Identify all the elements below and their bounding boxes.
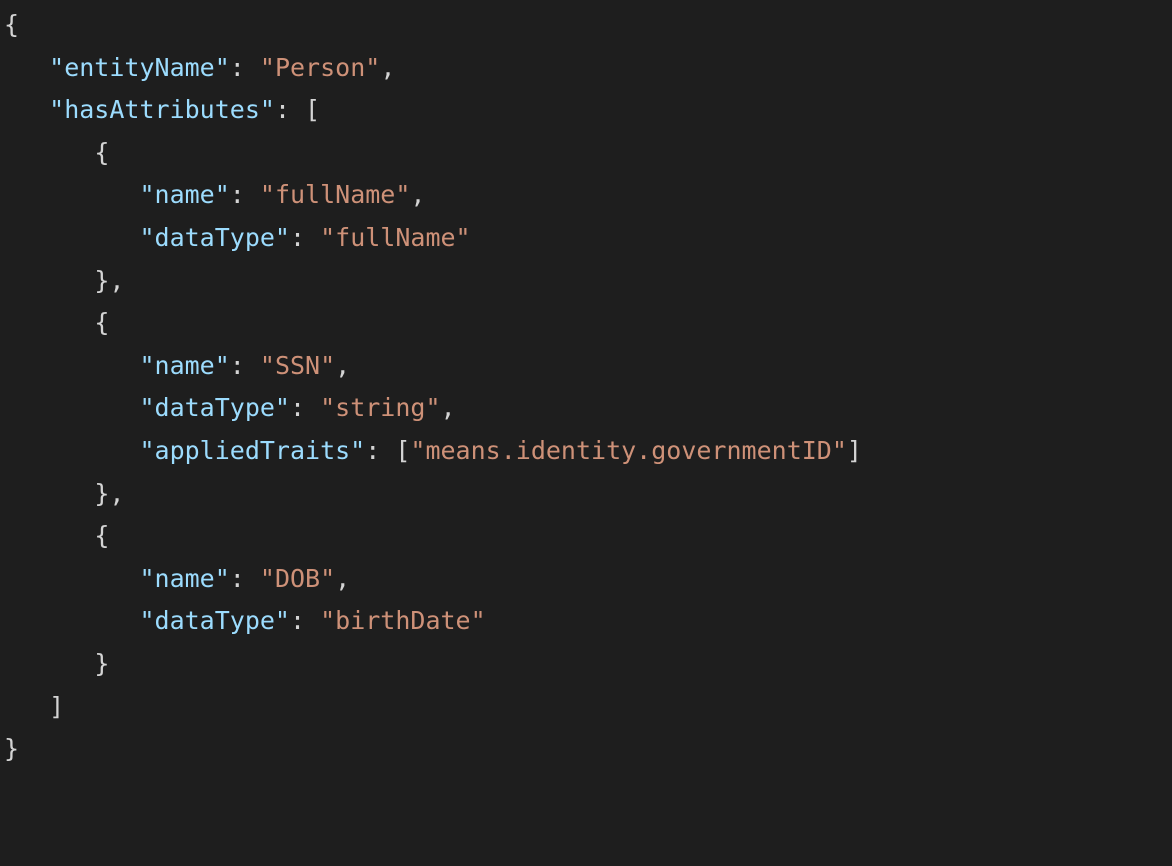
key-dataType: "dataType" bbox=[139, 393, 290, 422]
key-dataType: "dataType" bbox=[139, 606, 290, 635]
json-code-block: { "entityName": "Person", "hasAttributes… bbox=[0, 0, 1172, 775]
value-name: "fullName" bbox=[260, 180, 411, 209]
brace-open: { bbox=[94, 138, 109, 167]
brace-close: }, bbox=[94, 266, 124, 295]
brace-open: { bbox=[94, 308, 109, 337]
bracket-close: ] bbox=[49, 692, 64, 721]
value-name: "SSN" bbox=[260, 351, 335, 380]
brace-close: }, bbox=[94, 479, 124, 508]
value-dataType: "string" bbox=[320, 393, 440, 422]
value-name: "DOB" bbox=[260, 564, 335, 593]
key-hasAttributes: "hasAttributes" bbox=[49, 95, 275, 124]
brace-close: } bbox=[4, 734, 19, 763]
key-name: "name" bbox=[139, 351, 229, 380]
key-name: "name" bbox=[139, 180, 229, 209]
key-appliedTraits: "appliedTraits" bbox=[139, 436, 365, 465]
value-entityName: "Person" bbox=[260, 53, 380, 82]
brace-close: } bbox=[94, 649, 109, 678]
value-dataType: "birthDate" bbox=[320, 606, 486, 635]
value-appliedTraits-0: "means.identity.governmentID" bbox=[410, 436, 847, 465]
brace-open: { bbox=[4, 10, 19, 39]
key-name: "name" bbox=[139, 564, 229, 593]
key-entityName: "entityName" bbox=[49, 53, 230, 82]
key-dataType: "dataType" bbox=[139, 223, 290, 252]
value-dataType: "fullName" bbox=[320, 223, 471, 252]
brace-open: { bbox=[94, 521, 109, 550]
